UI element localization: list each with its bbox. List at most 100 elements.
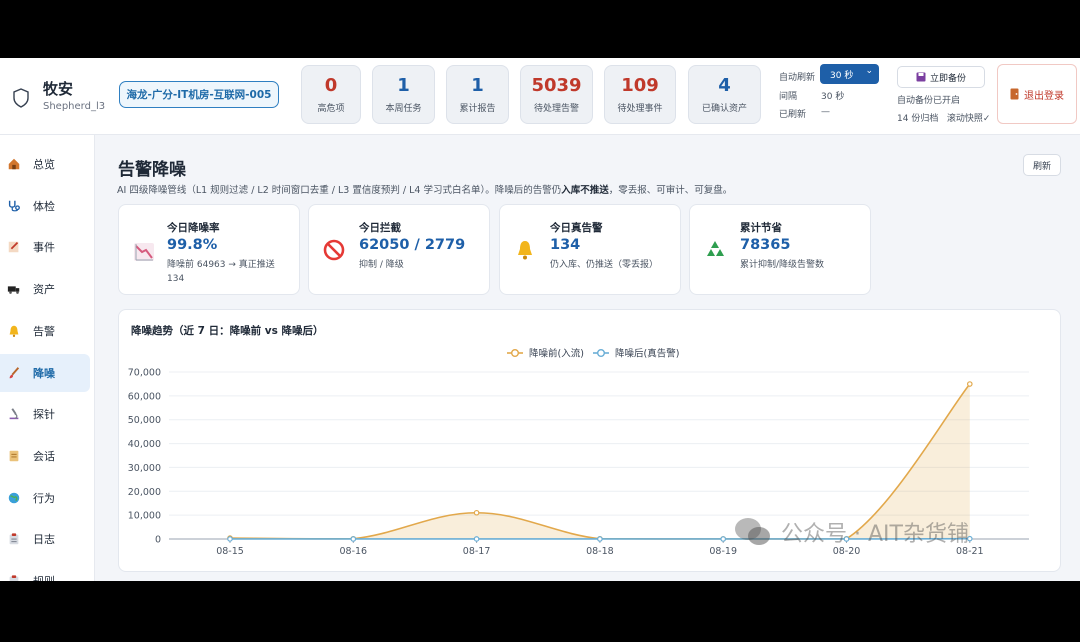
stat-card-value: 134 [550,237,581,253]
kpi-value: 1 [471,75,484,96]
sidebar-item-label: 规则 [33,573,55,581]
desc-text: AI 四级降噪管线（L1 规则过滤 / L2 时间窗口去重 / L3 置信度预判… [117,185,562,196]
kpi-value: 109 [621,75,659,96]
sidebar-item-5[interactable]: 降噪 [0,353,90,392]
data-point [473,536,480,542]
kpi-card[interactable]: 109 待处理事件 [604,65,676,124]
x-tick-label: 08-16 [339,546,367,557]
page-title: 告警降噪 [118,160,186,180]
refresh-select-value: 30 秒 [830,70,854,81]
home-icon [8,158,20,170]
chart-down-icon [134,243,154,261]
kpi-label: 已确认资产 [701,104,747,114]
sidebar-item-2[interactable]: 事件 [0,228,90,266]
stat-card-sub-line: 降噪前 64963 → 真正推送 [167,260,275,270]
recycle-icon [707,241,724,256]
sidebar-item-7[interactable]: 会话 [0,437,90,475]
stat-card: 今日拦截 62050 / 2779 抑制 / 降级 [308,204,490,295]
stat-card-title: 累计节省 [740,222,782,234]
kpi-label: 待处理事件 [617,104,663,114]
data-point [966,381,973,387]
kpi-card[interactable]: 1 本周任务 [372,65,435,124]
kpi-card[interactable]: 4 已确认资产 [688,65,761,124]
sidebar-item-8[interactable]: 行为 [0,479,90,517]
sidebar-item-label: 会话 [33,449,55,463]
globe-icon [8,492,20,503]
kpi-value: 4 [718,75,731,96]
rules-icon [9,575,19,581]
refresh-interval-select[interactable]: 30 秒 ⌄ [820,64,879,84]
data-point [720,536,727,542]
backup-snapshot: 滚动快照✓ [946,114,991,124]
kpi-label: 待处理告警 [533,104,579,114]
kpi-value: 0 [324,75,338,96]
legend-label: 降噪后(真告警) [615,348,679,360]
stat-card-sub-line: 累计抑制/降级告警数 [740,260,825,270]
stat-card-sub-line: 抑制 / 降级 [359,260,404,270]
x-tick-label: 08-15 [216,546,244,557]
backup-count: 14 份归档 [897,114,939,124]
scroll-icon [9,450,19,462]
desc-text-end: ，零丢报、可审计、可复盘。 [608,185,733,196]
backup-archive-info: 14 份归档 滚动快照✓ [897,111,990,124]
bell-icon [9,325,19,337]
app-window: 牧安 Shepherd_l3 海龙-广分-IT机房-互联网-005 0 高危项 1 本… [0,58,1080,581]
sidebar-item-6[interactable]: 探针 [0,395,90,433]
logout-button[interactable]: 退出登录 [997,64,1077,124]
sidebar-item-10[interactable]: 规则 [0,562,90,581]
kpi-card[interactable]: 5039 待处理告警 [520,65,593,124]
brand-name: 牧安 [43,80,74,98]
stat-card-subtitle: 仍入库、仍推送（零丢报） [550,258,672,272]
sidebar-item-3[interactable]: 资产 [0,270,90,308]
stat-card-subtitle: 降噪前 64963 → 真正推送 134 [167,258,291,286]
interval-label: 间隔 [779,92,798,102]
sidebar-item-label: 事件 [33,241,55,255]
y-tick-label: 50,000 [128,415,161,426]
stat-card-title: 今日真告警 [550,222,603,234]
sidebar-item-4[interactable]: 告警 [0,312,90,350]
top-header: 牧安 Shepherd_l3 海龙-广分-IT机房-互联网-005 0 高危项 1 本… [0,58,1080,135]
watermark-text: 公众号 · AIT杂货铺 [781,522,969,547]
kpi-label: 累计报告 [459,104,496,114]
stat-card-sub-line: 134 [167,274,185,284]
sidebar-item-label: 总览 [33,158,55,171]
legend-label: 降噪前(入流) [529,348,584,360]
watermark: 公众号 · AIT杂货铺 [733,515,969,549]
data-point [350,536,357,542]
auto-refresh-label: 自动刷新 [779,73,816,83]
y-tick-label: 40,000 [128,439,161,450]
clipboard-icon [9,533,19,545]
kpi-value: 5039 [531,75,582,96]
kpi-card[interactable]: 1 累计报告 [446,65,509,124]
stat-card: 今日降噪率 99.8% 降噪前 64963 → 真正推送 134 [118,204,300,295]
note-icon [8,242,19,253]
refreshed-value: — [821,107,830,117]
chevron-down-icon: ⌄ [865,66,873,76]
page-description: AI 四级降噪管线（L1 规则过滤 / L2 时间窗口去重 / L3 置信度预判… [117,182,732,196]
backup-now-button[interactable]: 立即备份 [897,66,985,88]
site-selector[interactable]: 海龙-广分-IT机房-互联网-005 [119,81,279,108]
refresh-button[interactable]: 刷新 [1023,154,1061,176]
sidebar-item-label: 降噪 [33,366,55,380]
stat-card-sub-line: 仍入库、仍推送（零丢报） [550,260,659,270]
data-point [473,509,480,516]
logout-label: 退出登录 [1024,90,1064,102]
stat-card-value: 99.8% [167,237,218,253]
shield-icon [13,88,29,108]
y-tick-label: 60,000 [128,391,161,402]
sidebar-item-label: 日志 [33,533,55,547]
sidebar-item-0[interactable]: 总览 [0,145,90,183]
stat-card-value: 62050 / 2779 [359,237,466,253]
kpi-label: 本周任务 [385,104,422,114]
kpi-card[interactable]: 0 高危项 [301,65,361,124]
sidebar-item-label: 告警 [33,324,55,338]
y-tick-label: 70,000 [128,368,161,379]
sidebar-item-9[interactable]: 日志 [0,520,90,558]
sidebar-item-label: 体检 [33,199,55,213]
kpi-label: 高危项 [317,104,345,114]
stat-card-subtitle: 抑制 / 降级 [359,258,481,272]
y-tick-label: 20,000 [128,487,161,498]
x-tick-label: 08-17 [463,546,491,557]
stat-card: 累计节省 78365 累计抑制/降级告警数 [689,204,871,295]
sidebar-item-1[interactable]: 体检 [0,187,90,225]
